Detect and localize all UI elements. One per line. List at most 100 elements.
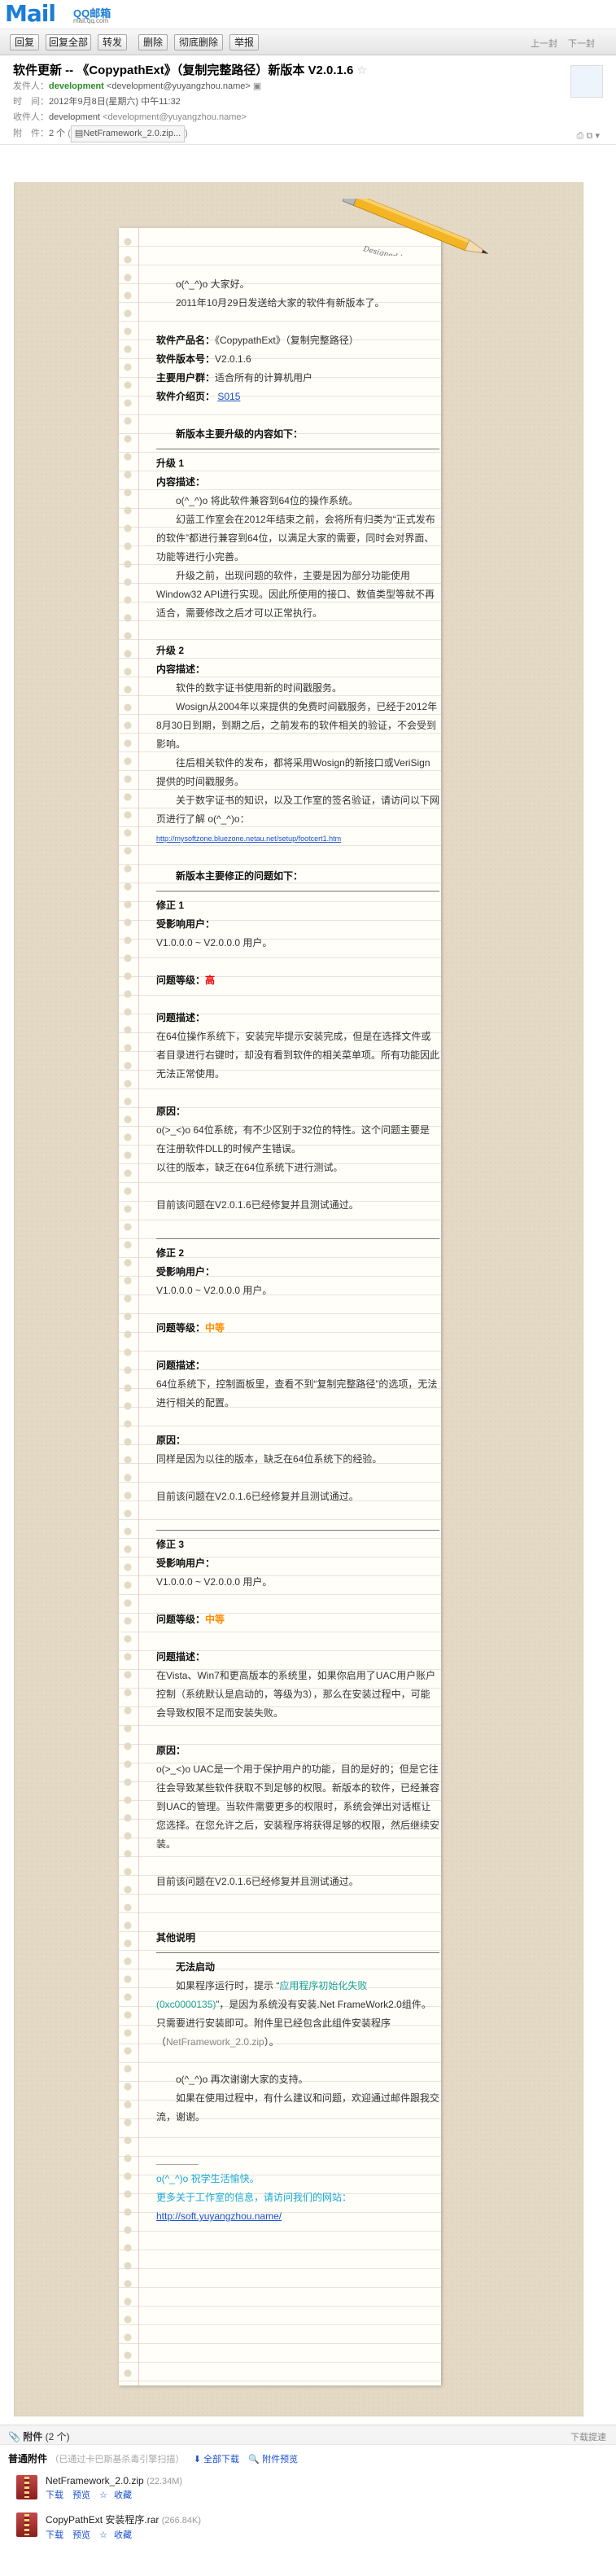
fix1-title: 修正 1 — [156, 900, 185, 911]
desc-label: 问题描述： — [156, 1012, 206, 1023]
attachment-preview[interactable]: 预览 — [72, 2530, 90, 2540]
cause-label-2: 原因： — [156, 1435, 186, 1446]
star-icon: ☆ — [99, 2491, 107, 2500]
preview-all-button[interactable]: 🔍 附件预览 — [248, 2455, 298, 2464]
unable-title: 无法启动 — [176, 1961, 216, 1973]
time-label: 时 间： — [13, 97, 49, 107]
attachment-favorite-label: 收藏 — [114, 2491, 132, 2500]
version-row: 软件版本号：V2.0.1.6 — [156, 350, 439, 369]
mail-subject: 软件更新 -- 《CopypathExt》（复制完整路径）新版本 V2.0.1.… — [13, 62, 603, 79]
sender-avatar[interactable] — [570, 65, 603, 98]
attachments-panel: 📎 附件 (2 个) 下载提速 普通附件 （已通过卡巴斯基杀毒引擎扫描） ⬇ 全… — [0, 2425, 616, 2576]
zip-icon: ▤ — [74, 129, 84, 138]
cause-label-3: 原因： — [156, 1745, 186, 1756]
attachment-download[interactable]: 下载 — [46, 2491, 63, 2500]
next-mail-link[interactable]: 下一封 — [568, 37, 595, 50]
attachment-size: (22.34M) — [146, 2477, 183, 2486]
download-all-button[interactable]: ⬇ 全部下载 — [194, 2455, 239, 2464]
attachment-item[interactable]: CopyPathExt 安装程序.rar (266.84K) 下载 预览 ☆ 收藏 — [0, 2509, 616, 2547]
fix3-title: 修正 3 — [156, 1539, 185, 1550]
fix1-cause2: 以往的版本，缺乏在64位系统下进行测试。 — [156, 1162, 343, 1173]
report-button[interactable]: 举报 — [229, 34, 259, 50]
time-row: 时 间：2012年9月8日(星期六) 中午11:32 — [13, 94, 603, 110]
up1-p3: 升级之前，出现问题的软件，主要是因为部分功能使用Window32 API进行实现… — [156, 570, 435, 619]
attachment-favorite[interactable]: ☆ 收藏 — [99, 2491, 138, 2500]
attach-label: 附 件： — [13, 129, 49, 138]
fix1-affected: V1.0.0.0 ~ V2.0.0.0 用户。 — [156, 937, 273, 948]
intro-page-link[interactable]: S015 — [217, 391, 240, 402]
upgrade-title: 新版本主要升级的内容如下： — [176, 428, 304, 440]
qqmail-logo[interactable]: Mail QQ邮箱 mail.qq.com — [5, 2, 119, 28]
star-icon: ☆ — [99, 2530, 107, 2540]
reply-button[interactable]: 回复 — [10, 34, 39, 50]
popout-icon[interactable]: ⧉ — [587, 131, 593, 141]
cert-link[interactable]: http://mysoftzone.bluezone.netau.net/set… — [156, 835, 341, 843]
level-label-3: 问题等级： — [156, 1614, 206, 1625]
fix2-title: 修正 2 — [156, 1247, 185, 1259]
sig-line-1: o(^_^)o 祝学生活愉快。 — [156, 2173, 260, 2184]
reply-all-button[interactable]: 回复全部 — [46, 34, 91, 50]
attachment-name[interactable]: CopyPathExt 安装程序.rar — [46, 2514, 159, 2526]
attach-chip[interactable]: ▤NetFramework_2.0.zip... — [70, 125, 186, 142]
fix-title: 新版本主要修正的问题如下： — [176, 870, 304, 882]
print-icon[interactable]: ⎙ — [577, 131, 584, 141]
website-link[interactable]: http://soft.yuyangzhou.name/ — [156, 2210, 282, 2222]
divider-2 — [156, 891, 439, 892]
to-label: 收件人： — [13, 112, 49, 122]
attachment-name[interactable]: NetFramework_2.0.zip — [46, 2475, 144, 2486]
fix3-desc: 在Vista、Win7和更高版本的系统里，如果你启用了UAC用户账户控制（系统默… — [156, 1670, 436, 1719]
up2-p4: 关于数字证书的知识，以及工作室的签名验证，请访问以下网页进行了解 o(^_^)o… — [156, 795, 440, 825]
fix1-desc: 在64位操作系统下，安装完毕提示安装完成，但是在选择文件或者目录进行右键时，却没… — [156, 1031, 440, 1080]
fix3-level-row: 问题等级：中等 — [156, 1610, 439, 1629]
logo-bar: Mail QQ邮箱 mail.qq.com — [0, 0, 616, 29]
star-icon[interactable]: ☆ — [356, 64, 367, 77]
from-address: <development@yuyangzhou.name> — [106, 81, 251, 91]
download-all-label: 全部下载 — [203, 2455, 239, 2464]
more-icon[interactable]: ▾ — [595, 131, 600, 141]
version-label: 软件版本号： — [156, 353, 216, 365]
download-icon: ⬇ — [193, 2455, 201, 2464]
pencil-icon: Designed by @2Mail — [342, 199, 489, 256]
attachment-download[interactable]: 下载 — [46, 2530, 63, 2540]
mail-toolbar: 回复 回复全部 转发 删除 彻底删除 举报 上一封 下一封 — [0, 29, 616, 55]
to-name[interactable]: development — [49, 112, 100, 122]
fix1-fixed: 目前该问题在V2.0.1.6已经修复并且测试通过。 — [156, 1199, 359, 1211]
unable-p1c: ）。 — [264, 2036, 279, 2048]
subject-text: 软件更新 -- 《CopypathExt》（复制完整路径）新版本 V2.0.1.… — [13, 64, 354, 77]
users-row: 主要用户群：适合所有的计算机用户 — [156, 369, 439, 388]
attachment-item[interactable]: NetFramework_2.0.zip (22.34M) 下载 预览 ☆ 收藏 — [0, 2472, 616, 2509]
delete-button[interactable]: 删除 — [138, 34, 168, 50]
content-label: 内容描述： — [156, 476, 206, 488]
header-icons: ⎙ ⧉ ▾ — [577, 130, 600, 142]
fix2-affected: V1.0.0.0 ~ V2.0.0.0 用户。 — [156, 1285, 273, 1296]
fix2-level-row: 问题等级：中等 — [156, 1319, 439, 1338]
upgrade1-title: 升级 1 — [156, 458, 185, 469]
prev-mail-link[interactable]: 上一封 — [531, 37, 557, 50]
attachment-favorite[interactable]: ☆ 收藏 — [99, 2530, 138, 2540]
unable-para: 如果程序运行时，提示 “应用程序初始化失败(0xc0000135)”，是因为系统… — [156, 1977, 439, 2052]
version-value: V2.0.1.6 — [215, 353, 251, 365]
fix3-fixed: 目前该问题在V2.0.1.6已经修复并且测试通过。 — [156, 1876, 359, 1887]
attach-count[interactable]: 2 个 — [49, 129, 65, 138]
sig-line-2: 更多关于工作室的信息，请访问我们的网站： — [156, 2192, 352, 2203]
attachment-preview[interactable]: 预览 — [72, 2491, 90, 2500]
archive-icon — [16, 2512, 37, 2537]
fix1-level-row: 问题等级：高 — [156, 971, 439, 990]
fix3-level: 中等 — [205, 1614, 225, 1625]
fix2-level: 中等 — [205, 1322, 225, 1334]
binding-holes — [122, 236, 133, 2377]
download-speed-link[interactable]: 下载提速 — [570, 2430, 606, 2443]
upgrade2-title: 升级 2 — [156, 645, 185, 656]
time-value: 2012年9月8日(星期六) 中午11:32 — [49, 97, 181, 107]
preview-all-label: 附件预览 — [262, 2455, 299, 2464]
normal-attachments-label: 普通附件 — [8, 2453, 48, 2464]
from-name[interactable]: development — [49, 81, 104, 91]
from-label: 发件人： — [13, 81, 49, 91]
desc-label-2: 问题描述： — [156, 1360, 206, 1371]
up1-p1: o(^_^)o 将此软件兼容到64位的操作系统。 — [176, 495, 358, 506]
forward-button[interactable]: 转发 — [98, 34, 127, 50]
contact-icon[interactable]: ▣ — [253, 81, 261, 91]
users-label: 主要用户群： — [156, 372, 216, 383]
permanent-delete-button[interactable]: 彻底删除 — [174, 34, 223, 50]
attachment-size: (266.84K) — [161, 2516, 202, 2526]
